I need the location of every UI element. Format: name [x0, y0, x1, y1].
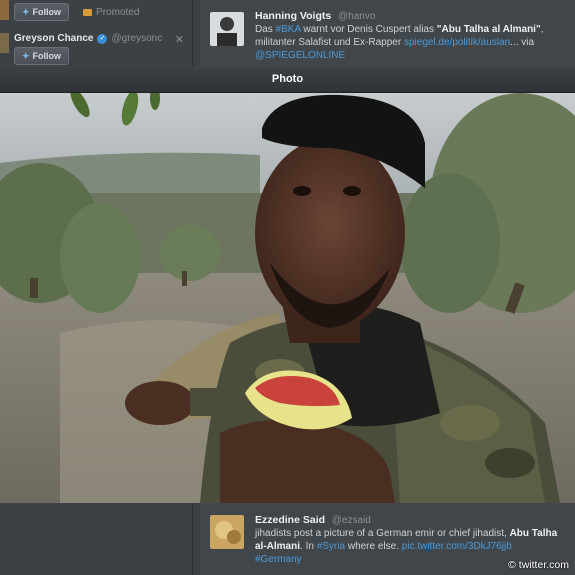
- tweet-author-handle: @hanvo: [338, 11, 376, 22]
- follow-row-suggestion: ✦ Follow: [14, 45, 70, 67]
- bird-icon: ✦: [22, 50, 30, 61]
- tweet-body: Hanning Voigts @hanvo Das #BKA warnt vor…: [255, 10, 567, 62]
- tweet-text-part: ... via: [510, 37, 535, 48]
- photo-link[interactable]: pic.twitter.com/3DkJ76jjb: [402, 541, 512, 552]
- hashtag-link[interactable]: #Syria: [317, 541, 345, 552]
- follow-button[interactable]: ✦ Follow: [14, 3, 70, 21]
- suggestion-name[interactable]: Greyson Chance: [14, 33, 93, 44]
- tweet-bold-text: "Abu Talha al Almani": [436, 24, 541, 35]
- photo-viewer-header: Photo: [0, 66, 575, 93]
- promoted-icon: [83, 8, 93, 16]
- suggestion-avatar-partial: [0, 0, 9, 20]
- photo-illustration: [0, 93, 575, 503]
- verified-badge-icon: ✓: [97, 33, 108, 44]
- mention-link[interactable]: @SPIEGELONLINE: [255, 50, 345, 61]
- tweet-text-part: jihadists post a picture of a German emi…: [255, 528, 510, 539]
- hashtag-link[interactable]: #Germany: [255, 554, 302, 565]
- suggestion-avatar[interactable]: [0, 33, 9, 53]
- photo-image[interactable]: [0, 93, 575, 503]
- tweet-text-part: . In: [300, 541, 317, 552]
- tweet-text-part: warnt vor Denis Cuspert alias: [300, 24, 437, 35]
- watermark-text: © twitter.com: [508, 559, 569, 571]
- dismiss-x-icon[interactable]: ✕: [175, 33, 184, 46]
- promoted-text: Promoted: [96, 6, 140, 18]
- promoted-label: Promoted: [83, 7, 139, 18]
- article-link[interactable]: spiegel.de/politik/auslan: [404, 37, 510, 48]
- suggestion-row: Greyson Chance ✓ @greysonc ✕: [14, 33, 194, 46]
- tweet-author-handle: @ezsaid: [331, 515, 371, 526]
- tweet-text-part: where else.: [345, 541, 402, 552]
- follow-suggestion-label: Follow: [32, 51, 62, 61]
- hashtag-link[interactable]: #BKA: [276, 24, 301, 35]
- bird-icon: ✦: [22, 6, 30, 17]
- suggestion-handle: @greysonc: [111, 33, 163, 44]
- follow-row-top: ✦ Follow Promoted: [14, 1, 139, 23]
- tweet-text: Das #BKA warnt vor Denis Cuspert alias "…: [255, 23, 567, 62]
- tweet-avatar[interactable]: [210, 515, 244, 549]
- follow-button-label: Follow: [32, 7, 62, 17]
- tweet-author-name[interactable]: Ezzedine Said: [255, 514, 325, 526]
- photo-viewer-title: Photo: [271, 73, 304, 85]
- follow-suggestion-button[interactable]: ✦ Follow: [14, 47, 70, 65]
- tweet-author-name[interactable]: Hanning Voigts: [255, 10, 331, 22]
- tweet-text-part: Das: [255, 24, 276, 35]
- tweet-item[interactable]: Hanning Voigts @hanvo Das #BKA warnt vor…: [200, 0, 575, 66]
- tweet-avatar[interactable]: [210, 12, 244, 46]
